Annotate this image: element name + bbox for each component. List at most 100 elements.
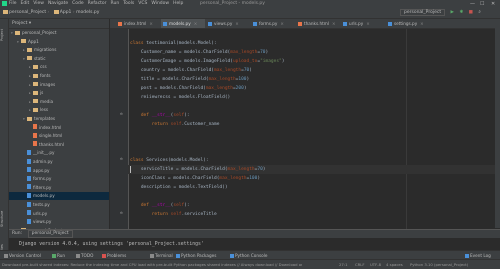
- tree-folder[interactable]: ▸media: [9, 98, 109, 106]
- tab-close-icon[interactable]: ×: [366, 21, 370, 26]
- tree-file[interactable]: tests.py: [9, 201, 109, 209]
- breadcrumb-file[interactable]: models.py: [76, 10, 99, 15]
- tree-folder[interactable]: ▾ App1: [9, 38, 109, 46]
- tree-folder[interactable]: ▾ templates: [9, 115, 109, 123]
- html-file-icon: [118, 21, 122, 26]
- editor-tab[interactable]: thanks.html ×: [296, 19, 340, 28]
- fold-icon[interactable]: ⊖: [120, 157, 123, 161]
- code-line[interactable]: CustomerImage = models.ImageField(upload…: [130, 57, 285, 66]
- tab-close-icon[interactable]: ×: [194, 21, 198, 26]
- menu-view[interactable]: View: [33, 1, 44, 6]
- maximize-button[interactable]: ☐: [480, 0, 484, 8]
- tree-file[interactable]: forms.py: [9, 175, 109, 183]
- structure-tool-tab[interactable]: Structure: [0, 204, 8, 234]
- tool-window-label: Event Log: [470, 253, 491, 258]
- run-config-select[interactable]: personal_Project: [400, 9, 446, 16]
- menu-window[interactable]: Window: [151, 1, 169, 6]
- tree-folder[interactable]: ▸ css: [9, 63, 109, 71]
- html-icon: [33, 124, 37, 130]
- editor-tab[interactable]: urls.py ×: [341, 19, 385, 28]
- fold-icon[interactable]: ⊖: [120, 211, 123, 215]
- code-line[interactable]: iconClass = models.CharField(max_length=…: [130, 174, 260, 183]
- menu-navigate[interactable]: Navigate: [48, 1, 68, 6]
- tree-file[interactable]: filters.py: [9, 184, 109, 192]
- code-line[interactable]: class Services(models.Model):: [130, 156, 209, 165]
- tool-window-label: Terminal: [155, 253, 173, 258]
- editor-tab[interactable]: index.html ×: [116, 19, 160, 28]
- menu-code[interactable]: Code: [72, 1, 84, 6]
- tool-window-label: Version Control: [9, 253, 41, 258]
- tab-label: models.py: [169, 21, 191, 26]
- code-line[interactable]: return self.Customer_name: [130, 120, 220, 129]
- project-panel-header[interactable]: Project ▾: [9, 19, 109, 29]
- folder-icon: [33, 90, 38, 95]
- python-packages-icon: [176, 253, 180, 258]
- tab-close-icon[interactable]: ×: [280, 21, 284, 26]
- tree-folder[interactable]: ▸ less: [9, 106, 109, 114]
- tab-close-icon[interactable]: ×: [235, 21, 239, 26]
- run-tab[interactable]: personal_Project: [27, 230, 73, 238]
- tree-file[interactable]: views.py: [9, 218, 109, 226]
- menu-tools[interactable]: Tools: [123, 1, 134, 6]
- code-line[interactable]: class testimonial(models.Model):: [130, 39, 217, 48]
- debug-icon[interactable]: ✱: [459, 8, 463, 18]
- menu-refactor[interactable]: Refactor: [88, 1, 107, 6]
- tree-file[interactable]: __init__.py: [9, 149, 109, 157]
- tree-item-label: models.py: [33, 193, 55, 199]
- code-line[interactable]: title = models.CharField(max_length=100): [130, 75, 249, 84]
- tree-file[interactable]: single.html: [9, 132, 109, 140]
- tree-file[interactable]: urls.py: [9, 210, 109, 218]
- tool-window-label: Problems: [107, 253, 127, 258]
- left-tool-stripe: Project Structure Favorites: [0, 19, 9, 260]
- todo-icon: [76, 253, 80, 258]
- tree-folder[interactable]: ▸ fonts: [9, 72, 109, 80]
- menu-help[interactable]: Help: [173, 1, 183, 6]
- breadcrumb-project[interactable]: personal_Project: [9, 10, 46, 15]
- code-line[interactable]: reiiewrecss = models.FloatField(): [130, 93, 230, 102]
- folder-icon: [27, 56, 32, 61]
- stop-icon[interactable]: ■: [469, 8, 473, 18]
- tree-folder[interactable]: ▾ personal_Project: [9, 29, 109, 37]
- tree-file[interactable]: admin.py: [9, 158, 109, 166]
- tree-file[interactable]: thanks.html: [9, 141, 109, 149]
- tree-file[interactable]: models.py: [9, 192, 109, 201]
- editor-tab[interactable]: models.py ×: [161, 19, 205, 28]
- tab-close-icon[interactable]: ×: [420, 21, 424, 26]
- run-icon[interactable]: ▶: [451, 8, 454, 18]
- tab-close-icon[interactable]: ×: [332, 21, 336, 26]
- menu-file[interactable]: File: [9, 1, 17, 6]
- code-line[interactable]: serviceTitle = models.CharField(max_leng…: [130, 165, 266, 174]
- fold-icon[interactable]: ⊖: [120, 112, 123, 116]
- code-line[interactable]: post = models.CharField(max_length=200): [130, 84, 247, 93]
- right-tool-stripe: [495, 28, 500, 228]
- editor-tab[interactable]: settings.py ×: [386, 19, 430, 28]
- code-line[interactable]: return self.serviceTitle: [130, 210, 217, 219]
- folder-icon: [27, 47, 32, 52]
- menu-vcs[interactable]: VCS: [138, 1, 147, 6]
- code-line[interactable]: Customer_name = models.CharField(max_len…: [130, 48, 268, 57]
- search-icon[interactable]: ⌕: [478, 8, 481, 18]
- tree-file[interactable]: apps.py: [9, 167, 109, 175]
- code-editor[interactable]: ⊖ ⊖ ⊖ class testimonial(models.Model): C…: [110, 29, 500, 229]
- menu-run[interactable]: Run: [111, 1, 120, 6]
- code-line[interactable]: description = models.TextField(): [130, 183, 228, 192]
- tab-close-icon[interactable]: ×: [149, 21, 153, 26]
- python-console-icon: [230, 253, 234, 258]
- minimize-button[interactable]: —: [470, 0, 475, 8]
- editor-tab[interactable]: views.py ×: [206, 19, 250, 28]
- editor-tab[interactable]: forms.py ×: [251, 19, 295, 28]
- project-tool-tab[interactable]: Project: [0, 21, 8, 49]
- breadcrumb-app[interactable]: App1: [60, 10, 72, 15]
- tree-folder[interactable]: ▸ js: [9, 89, 109, 97]
- tree-folder[interactable]: ▸ images: [9, 81, 109, 89]
- code-line[interactable]: def __str__(self):: [130, 201, 190, 210]
- code-line[interactable]: country = models.CharField(max_length=70…: [130, 66, 252, 75]
- close-button[interactable]: ✕: [491, 0, 495, 8]
- tree-file[interactable]: index.html: [9, 124, 109, 132]
- code-line[interactable]: def __str__(self):: [130, 111, 190, 120]
- tree-folder[interactable]: ▾ static: [9, 55, 109, 63]
- html-icon: [33, 132, 37, 138]
- tree-folder[interactable]: ▸ migrations: [9, 46, 109, 54]
- py-icon: [27, 210, 31, 216]
- menu-edit[interactable]: Edit: [21, 1, 30, 6]
